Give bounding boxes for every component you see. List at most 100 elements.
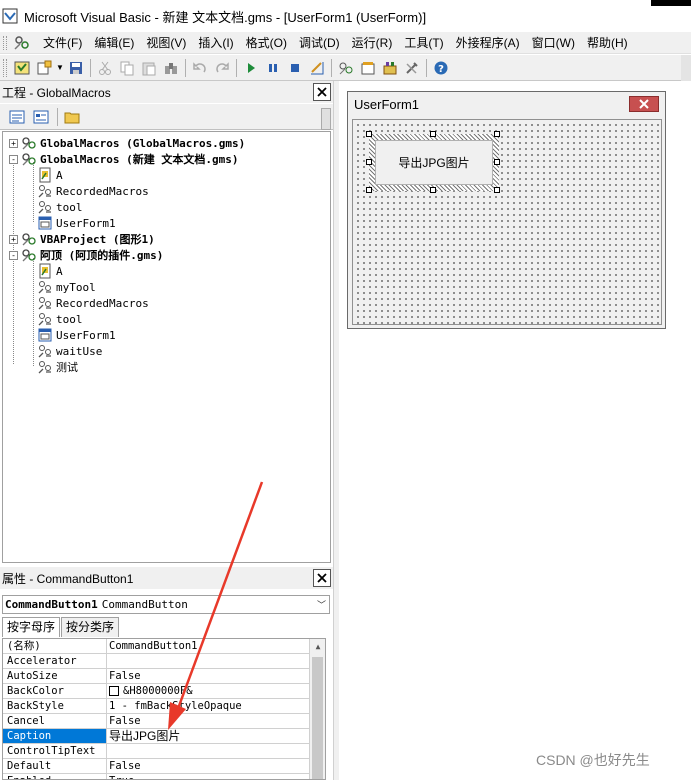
property-row[interactable]: Cancel False [3, 714, 309, 729]
tree-item[interactable]: tool [31, 311, 83, 327]
property-value[interactable]: 1 - fmBackStyleOpaque [107, 699, 309, 713]
close-icon[interactable] [313, 83, 331, 101]
close-icon[interactable] [629, 96, 659, 112]
project-explorer-icon[interactable] [335, 57, 357, 79]
copy-icon[interactable] [116, 57, 138, 79]
view-object-icon[interactable] [30, 106, 52, 128]
menu-edit[interactable]: 编辑(E) [88, 32, 140, 54]
grid-scrollbar[interactable]: ▲ [309, 639, 325, 779]
resize-handle[interactable] [494, 187, 500, 193]
property-row[interactable]: AutoSize False [3, 669, 309, 684]
property-row[interactable]: Default False [3, 759, 309, 774]
command-button[interactable]: 导出JPG图片 [375, 140, 493, 185]
expand-icon[interactable]: + [9, 138, 18, 148]
menu-insert[interactable]: 插入(I) [192, 32, 239, 54]
menu-addins[interactable]: 外接程序(A) [450, 32, 526, 54]
userform-titlebar: UserForm1 [348, 92, 665, 117]
toolbar-overflow[interactable] [681, 55, 691, 81]
object-selector[interactable]: CommandButton1 CommandButton ﹀ [2, 595, 330, 614]
tree-item[interactable]: + VBAProject (图形1) [9, 231, 155, 247]
menu-debug[interactable]: 调试(D) [293, 32, 346, 54]
tree-item[interactable]: 测试 [31, 359, 78, 375]
properties-window-icon[interactable] [357, 57, 379, 79]
paste-icon[interactable] [138, 57, 160, 79]
find-icon[interactable] [160, 57, 182, 79]
menu-bar: 文件(F) 编辑(E) 视图(V) 插入(I) 格式(O) 调试(D) 运行(R… [0, 32, 691, 54]
menu-window[interactable]: 窗口(W) [526, 32, 581, 54]
property-row[interactable]: BackStyle 1 - fmBackStyleOpaque [3, 699, 309, 714]
tree-item[interactable]: UserForm1 [31, 215, 116, 231]
property-value[interactable]: True [107, 774, 309, 779]
break-icon[interactable] [262, 57, 284, 79]
menu-run[interactable]: 运行(R) [346, 32, 399, 54]
tree-item[interactable]: UserForm1 [31, 327, 116, 343]
toolbar-grip[interactable] [3, 58, 7, 77]
property-row[interactable]: (名称) CommandButton1 [3, 639, 309, 654]
menu-file[interactable]: 文件(F) [37, 32, 88, 54]
design-mode-icon[interactable] [306, 57, 328, 79]
property-value[interactable]: &H8000000F& [107, 684, 309, 698]
tree-item[interactable]: tool [31, 199, 83, 215]
property-value[interactable]: False [107, 669, 309, 683]
property-row[interactable]: EnabledTrue [3, 774, 309, 779]
undo-icon[interactable] [189, 57, 211, 79]
resize-handle[interactable] [366, 187, 372, 193]
tree-item[interactable]: RecordedMacros [31, 295, 149, 311]
close-icon[interactable] [313, 569, 331, 587]
insert-module-icon[interactable] [33, 57, 55, 79]
tree-item[interactable]: - GlobalMacros (新建 文本文档.gms) [9, 151, 238, 167]
property-row[interactable]: ControlTipText [3, 744, 309, 759]
scroll-thumb[interactable] [312, 657, 323, 779]
save-icon[interactable] [65, 57, 87, 79]
property-row[interactable]: BackColor &H8000000F& [3, 684, 309, 699]
tree-item[interactable]: A [31, 167, 63, 183]
menu-format[interactable]: 格式(O) [240, 32, 293, 54]
cut-icon[interactable] [94, 57, 116, 79]
menu-tools[interactable]: 工具(T) [398, 32, 449, 54]
chevron-down-icon[interactable]: ﹀ [317, 598, 326, 611]
tree-item[interactable]: A [31, 263, 63, 279]
tree-item[interactable]: myTool [31, 279, 96, 295]
menu-view[interactable]: 视图(V) [140, 32, 192, 54]
collapse-icon[interactable]: - [9, 250, 18, 260]
resize-handle[interactable] [494, 159, 500, 165]
property-value[interactable]: False [107, 759, 309, 773]
run-icon[interactable] [240, 57, 262, 79]
toggle-folders-icon[interactable] [61, 106, 83, 128]
property-value[interactable]: 导出JPG图片 [107, 729, 309, 743]
property-value[interactable]: False [107, 714, 309, 728]
project-explorer-toolbar [0, 104, 333, 130]
resize-handle[interactable] [430, 187, 436, 193]
menu-grip[interactable] [3, 35, 7, 50]
resize-handle[interactable] [494, 131, 500, 137]
resize-handle[interactable] [430, 131, 436, 137]
help-icon[interactable]: ? [430, 57, 452, 79]
reset-icon[interactable] [284, 57, 306, 79]
tab-categorized[interactable]: 按分类序 [61, 617, 120, 637]
redo-icon[interactable] [211, 57, 233, 79]
collapse-icon[interactable]: - [9, 154, 18, 164]
property-value[interactable] [107, 654, 309, 668]
chevron-down-icon[interactable]: ▼ [55, 57, 65, 79]
object-browser-icon[interactable] [379, 57, 401, 79]
property-row[interactable]: Accelerator [3, 654, 309, 669]
tree-item[interactable]: waitUse [31, 343, 102, 359]
view-excel-icon[interactable] [11, 57, 33, 79]
property-value[interactable]: CommandButton1 [107, 639, 309, 653]
menu-help[interactable]: 帮助(H) [581, 32, 634, 54]
toolbar-scroll[interactable] [321, 108, 331, 130]
tree-item-label: waitUse [56, 344, 103, 358]
view-code-icon[interactable] [6, 106, 28, 128]
resize-handle[interactable] [366, 131, 372, 137]
tree-item[interactable]: + GlobalMacros (GlobalMacros.gms) [9, 135, 245, 151]
property-value[interactable] [107, 744, 309, 758]
resize-handle[interactable] [366, 159, 372, 165]
property-row[interactable]: Caption 导出JPG图片 [3, 729, 309, 744]
expand-icon[interactable]: + [9, 234, 18, 244]
vba-icon[interactable] [13, 34, 31, 52]
chevron-up-icon[interactable]: ▲ [310, 639, 325, 655]
tree-item[interactable]: RecordedMacros [31, 183, 149, 199]
toolbox-icon[interactable] [401, 57, 423, 79]
tree-item[interactable]: - 阿顶 (阿顶的插件.gms) [9, 247, 163, 263]
tab-alphabetic[interactable]: 按字母序 [2, 617, 61, 637]
